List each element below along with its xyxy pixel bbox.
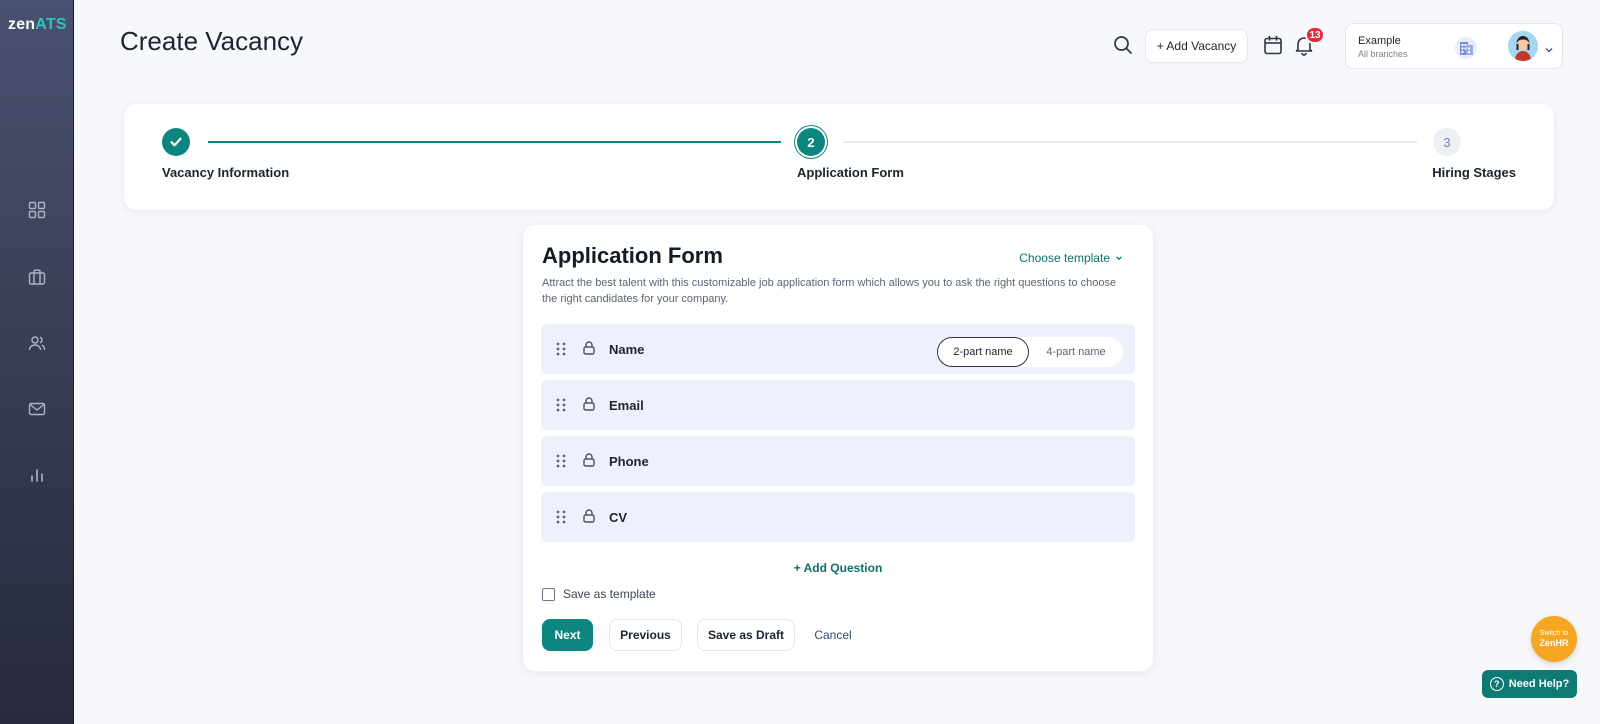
drag-handle-icon[interactable] [555, 341, 567, 357]
chevron-down-icon [1544, 42, 1554, 53]
need-help-button[interactable]: ? Need Help? [1482, 670, 1577, 698]
cancel-button[interactable]: Cancel [808, 619, 858, 651]
step-label-hiring-stages[interactable]: Hiring Stages [1432, 165, 1516, 180]
toggle-4-part-name[interactable]: 4-part name [1029, 337, 1123, 367]
drag-handle-icon[interactable] [555, 397, 567, 413]
drag-handle-icon[interactable] [555, 453, 567, 469]
building-icon [1454, 36, 1478, 60]
name-format-toggle: 2-part name 4-part name [937, 337, 1123, 367]
save-template-checkbox[interactable] [542, 587, 555, 601]
field-label: Name [609, 342, 645, 357]
step-number-pending[interactable]: 3 [1433, 128, 1461, 156]
switch-label-big: ZenHR [1539, 638, 1569, 648]
briefcase-icon[interactable] [27, 267, 47, 287]
step-label-vacancy-information[interactable]: Vacancy Information [162, 165, 289, 180]
company-scope: All branches [1358, 49, 1408, 59]
avatar[interactable] [1508, 31, 1538, 61]
save-template-label: Save as template [563, 587, 656, 601]
notification-badge: 13 [1305, 26, 1325, 44]
step-connector-complete [208, 141, 781, 143]
toggle-2-part-name[interactable]: 2-part name [937, 337, 1029, 367]
lock-icon [581, 508, 597, 524]
form-field-phone: Phone [541, 436, 1135, 486]
step-number-active[interactable]: 2 [797, 128, 825, 156]
lock-icon [581, 340, 597, 356]
choose-template-label: Choose template [1019, 251, 1110, 265]
next-button[interactable]: Next [542, 619, 593, 651]
step-complete-check-icon[interactable] [162, 128, 190, 156]
switch-label-small: Switch to [1539, 630, 1569, 637]
field-label: Phone [609, 454, 649, 469]
zenats-logo[interactable]: zenATS [8, 16, 67, 34]
step-connector-pending [843, 141, 1417, 143]
step-label-application-form[interactable]: Application Form [797, 165, 904, 180]
mail-icon[interactable] [27, 399, 47, 419]
company-name: Example [1358, 35, 1401, 47]
dashboard-icon[interactable] [27, 200, 47, 220]
switch-to-zenhr-button[interactable]: Switch to ZenHR [1531, 616, 1577, 662]
form-description: Attract the best talent with this custom… [542, 277, 1117, 305]
save-as-draft-button[interactable]: Save as Draft [697, 619, 795, 651]
choose-template-dropdown[interactable]: Choose template [1019, 251, 1123, 265]
add-vacancy-button[interactable]: + Add Vacancy [1145, 29, 1248, 63]
analytics-icon[interactable] [27, 465, 47, 485]
save-as-template-option[interactable]: Save as template [542, 587, 656, 601]
help-icon: ? [1489, 677, 1504, 691]
need-help-label: Need Help? [1508, 678, 1570, 690]
company-switcher[interactable]: Example All branches [1345, 23, 1563, 69]
add-question-button[interactable]: + Add Question [523, 561, 1153, 575]
form-title: Application Form [542, 243, 723, 268]
field-label: CV [609, 510, 628, 525]
sidebar: zenATS [0, 0, 74, 724]
chevron-down-icon [1115, 251, 1123, 265]
progress-stepper: 2 3 Vacancy Information Application Form… [124, 104, 1554, 210]
form-field-email: Email [541, 380, 1135, 430]
calendar-icon[interactable] [1262, 34, 1284, 56]
field-label: Email [609, 398, 644, 413]
page-title: Create Vacancy [120, 26, 304, 56]
lock-icon [581, 452, 597, 468]
users-icon[interactable] [27, 333, 47, 353]
form-field-name: Name 2-part name 4-part name [541, 324, 1135, 374]
drag-handle-icon[interactable] [555, 509, 567, 525]
search-icon[interactable] [1112, 34, 1134, 56]
form-field-cv: CV [541, 492, 1135, 542]
previous-button[interactable]: Previous [609, 619, 682, 651]
lock-icon [581, 396, 597, 412]
application-form-card: Application Form Choose template Attract… [523, 225, 1153, 671]
